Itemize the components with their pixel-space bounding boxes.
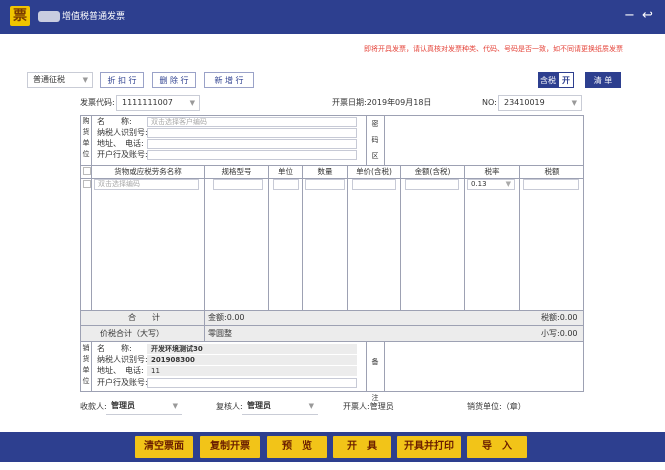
- tax-rate-select[interactable]: 0.13 ▼: [467, 179, 515, 190]
- seller-side-label: 销货单位: [82, 344, 90, 385]
- unit-price-input[interactable]: [352, 179, 396, 190]
- chevron-down-icon: ▼: [308, 402, 314, 410]
- seller-taxid-field: 201908300: [147, 355, 357, 365]
- sum-tax: 税额:0.00: [541, 313, 578, 322]
- seller-unit-label: 销货单位:（章）: [467, 402, 526, 411]
- total-in-figures: 小写:0.00: [541, 329, 578, 338]
- copy-invoice-button[interactable]: 复制开票: [200, 436, 260, 458]
- redacted-label: [38, 11, 60, 22]
- invoice-code-value: 1111111007: [122, 98, 173, 107]
- issuer: 开票人:管理员: [343, 401, 394, 413]
- col-unit: 单位: [278, 167, 293, 176]
- seller-address-field: 11: [147, 366, 357, 376]
- clear-form-button[interactable]: 清空票面: [135, 436, 193, 458]
- issue-date-value: 2019年09月18日: [366, 98, 432, 107]
- issue-date: 开票日期:2019年09月18日: [332, 97, 431, 109]
- reviewer-select[interactable]: 管理员 ▼: [242, 399, 318, 415]
- invoice-code-select[interactable]: 1111111007 ▼: [116, 95, 200, 111]
- issue-and-print-button[interactable]: 开具并打印: [397, 436, 461, 458]
- amount-input[interactable]: [405, 179, 459, 190]
- sum-label: 合 计: [128, 313, 160, 322]
- col-unit-price: 单价(含税): [356, 167, 392, 176]
- col-amount: 金额(含税): [414, 167, 451, 176]
- issue-button[interactable]: 开 具: [333, 436, 391, 458]
- invoice-no-label: NO:: [482, 98, 497, 107]
- row-checkbox[interactable]: [83, 180, 91, 188]
- spec-input[interactable]: [213, 179, 263, 190]
- remark-input[interactable]: [385, 342, 583, 391]
- delete-row-button[interactable]: 删 除 行: [152, 72, 196, 88]
- unit-input[interactable]: [273, 179, 299, 190]
- chevron-down-icon: ▼: [82, 76, 88, 84]
- reviewer-label: 复核人:: [216, 402, 243, 411]
- chevron-down-icon: ▼: [172, 402, 178, 410]
- seller-name-field: 开发环境测试30: [147, 344, 357, 354]
- buyer-address-input[interactable]: [147, 139, 357, 149]
- warning-notice: 即将开具发票，请认真核对发票种类、代码、号码是否一致，如不同请更换纸质发票: [364, 45, 623, 53]
- reviewer-value: 管理员: [247, 401, 271, 410]
- invoice-no-select[interactable]: 23410019 ▼: [498, 95, 582, 111]
- invoice-logo-icon: 票: [10, 6, 30, 26]
- seller-bank-label: 开户行及账号:: [97, 378, 148, 387]
- issue-date-label: 开票日期:: [332, 98, 367, 107]
- item-name-input[interactable]: 双击选择编码: [94, 179, 199, 190]
- invoice-no-value: 23410019: [504, 98, 545, 107]
- total-in-words: 零圆整: [208, 329, 232, 338]
- tax-rate-value: 0.13: [471, 180, 487, 188]
- issuer-value: 管理员: [369, 402, 394, 411]
- cipher-area-label: 密码区: [371, 120, 379, 160]
- total-with-tax-label: 价税合计（大写）: [100, 329, 164, 338]
- tax-included-label: 含税: [538, 72, 558, 88]
- buyer-bank-input[interactable]: [147, 150, 357, 160]
- col-item-name: 货物或应税劳务名称: [114, 167, 182, 176]
- chevron-down-icon: ▼: [505, 180, 511, 188]
- tax-type-value: 普通征税: [33, 75, 65, 84]
- buyer-bank-label: 开户行及账号:: [97, 150, 148, 159]
- buyer-name-input[interactable]: 双击选择客户编码: [147, 117, 357, 127]
- title-bar: 票 增值税普通发票 − ↩: [0, 0, 665, 34]
- payee-label: 收款人:: [80, 402, 107, 411]
- tax-included-toggle[interactable]: 开: [558, 72, 574, 88]
- issuer-label: 开票人:: [343, 402, 370, 411]
- quantity-input[interactable]: [305, 179, 345, 190]
- back-icon[interactable]: ↩: [642, 7, 653, 25]
- invoice-code-label: 发票代码:: [80, 98, 115, 107]
- chevron-down-icon: ▼: [189, 99, 195, 107]
- discount-row-button[interactable]: 折 扣 行: [100, 72, 144, 88]
- tax-amount-input[interactable]: [523, 179, 579, 190]
- minimize-icon[interactable]: −: [624, 7, 635, 25]
- list-button[interactable]: 清 单: [585, 72, 621, 88]
- preview-button[interactable]: 预 览: [267, 436, 327, 458]
- payee-select[interactable]: 管理员 ▼: [106, 399, 182, 415]
- cipher-area: [385, 116, 583, 164]
- col-tax-amount: 税额: [544, 167, 560, 176]
- seller-bank-input[interactable]: [147, 378, 357, 388]
- seller-address-label: 地址、 电话:: [97, 366, 144, 375]
- sum-amount: 金额:0.00: [208, 313, 245, 322]
- buyer-taxid-input[interactable]: [147, 128, 357, 138]
- tax-type-select[interactable]: 普通征税 ▼: [27, 72, 93, 88]
- col-quantity: 数量: [317, 167, 333, 176]
- col-tax-rate: 税率: [484, 167, 500, 176]
- payee-value: 管理员: [111, 401, 135, 410]
- col-spec: 规格型号: [221, 167, 252, 176]
- window-title: 增值税普通发票: [62, 12, 126, 22]
- buyer-side-label: 购货单位: [82, 117, 90, 158]
- select-all-checkbox[interactable]: [83, 167, 91, 175]
- import-button[interactable]: 导 入: [467, 436, 527, 458]
- chevron-down-icon: ▼: [571, 99, 577, 107]
- add-row-button[interactable]: 新 增 行: [204, 72, 254, 88]
